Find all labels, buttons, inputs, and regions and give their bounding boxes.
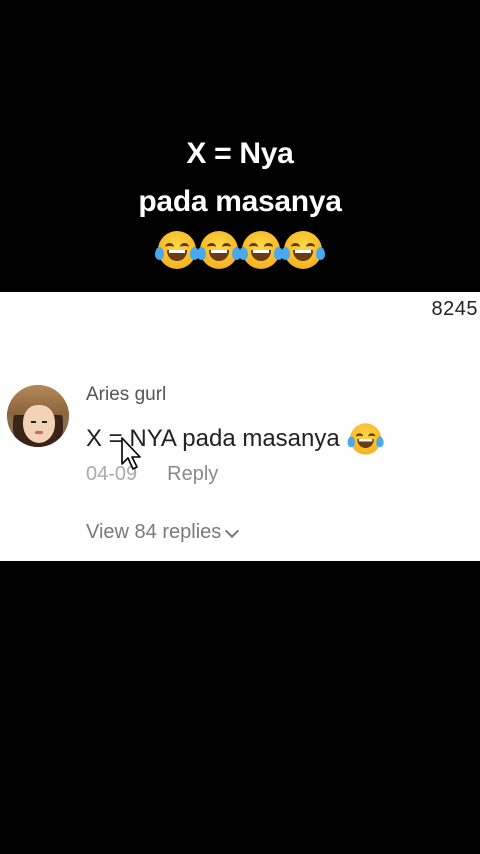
reply-button[interactable]: Reply (167, 463, 218, 486)
caption-line-2: pada masanya (138, 185, 342, 218)
comment-username[interactable]: Aries gurl (86, 384, 166, 406)
caption-emoji-row (0, 231, 480, 269)
view-replies-label: View 84 replies (86, 521, 222, 543)
chevron-down-icon (225, 523, 240, 538)
laughing-emoji-icon (239, 231, 283, 269)
laughing-emoji-icon (281, 231, 325, 269)
comment-screenshot-panel: 8245 Aries gurl X = NYA pada masanya 04-… (0, 292, 480, 561)
count-label: 8245 (431, 298, 478, 320)
comment-meta: 04-09 Reply (86, 463, 218, 486)
laughing-emoji-icon (197, 231, 241, 269)
laughing-emoji-icon (155, 231, 199, 269)
avatar[interactable] (7, 385, 69, 447)
mouse-pointer-icon (121, 437, 141, 470)
caption-line-1: X = Nya (186, 137, 294, 170)
video-caption: X = Nya pada masanya (0, 130, 480, 226)
laughing-emoji-icon (347, 423, 384, 455)
video-frame: X = Nya pada masanya 8245 Aries gurl X =… (0, 0, 480, 854)
view-replies-button[interactable]: View 84 replies (86, 521, 240, 544)
